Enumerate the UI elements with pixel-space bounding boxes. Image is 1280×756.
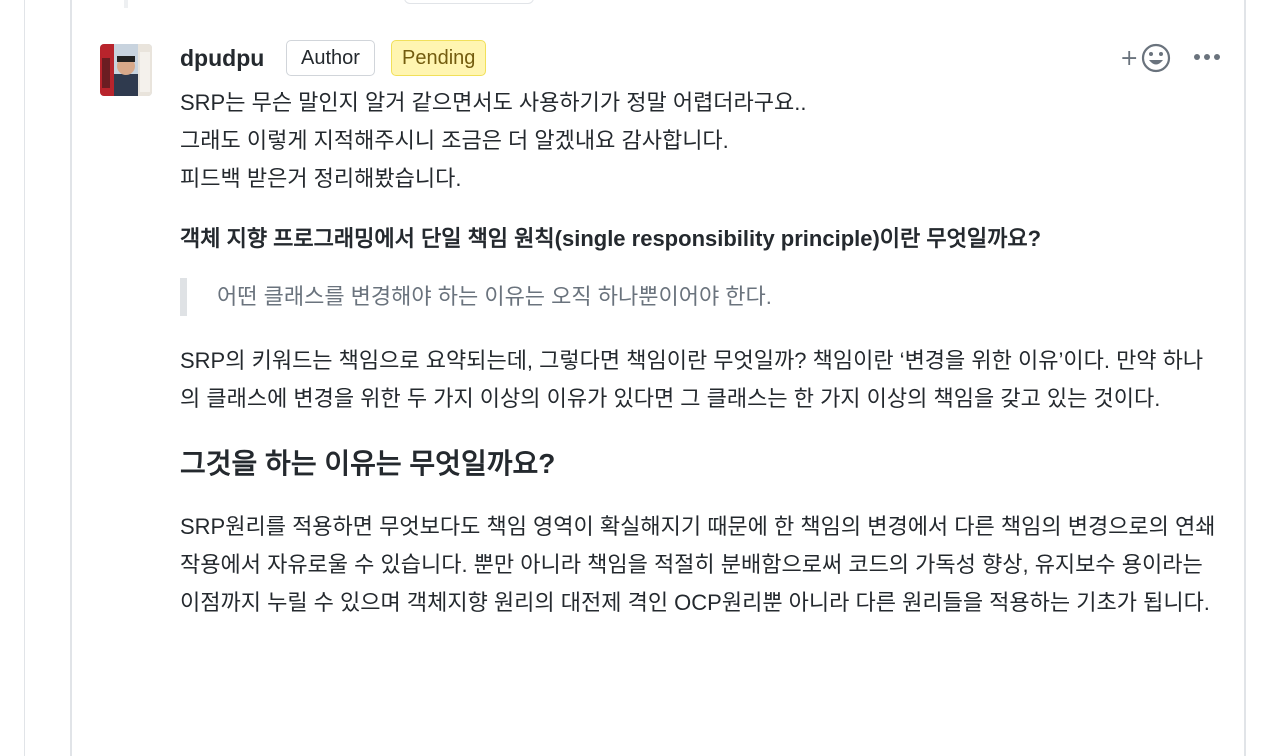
plus-glyph: + [1120,46,1138,71]
question-heading: 객체 지향 프로그래밍에서 단일 책임 원칙(single responsibi… [180,226,1042,251]
intro-line: 그래도 이렇게 지적해주시니 조금은 더 알겠내요 감사합니다. [180,128,729,153]
blockquote: 어떤 클래스를 변경해야 하는 이유는 오직 하나뿐이어야 한다. [180,278,1220,316]
intro-line: SRP는 무슨 말인지 알거 같으면서도 사용하기가 정말 어렵더라구요.. [180,90,807,115]
timeline-connector [124,0,128,8]
add-reaction-button[interactable]: + [1120,40,1174,76]
section-heading: 그것을 하는 이유는 무엇일까요? [180,448,556,479]
comment-author[interactable]: dpudpu [180,43,264,73]
previous-item-edge [404,0,534,4]
comment-body: SRP는 무슨 말인지 알거 같으면서도 사용하기가 정말 어렵더라구요.. 그… [180,84,1220,622]
pr-review-page: dpudpu Author Pending + SRP는 무슨 말인지 알거 같… [0,0,1280,756]
avatar[interactable] [100,44,152,96]
srp-benefit-paragraph: SRP원리를 적용하면 무엇보다도 책임 영역이 확실해지기 때문에 한 책임의… [180,514,1216,615]
intro-paragraph: SRP는 무슨 말인지 알거 같으면서도 사용하기가 정말 어렵더라구요.. 그… [180,84,1220,198]
timeline-outer-border [24,0,25,756]
more-options-button[interactable] [1190,46,1224,68]
intro-line: 피드백 받은거 정리해봤습니다. [180,166,462,191]
smiley-icon: + [1120,43,1171,73]
avatar-image [100,44,152,96]
srp-definition-paragraph: SRP의 키워드는 책임으로 요약되는데, 그렇다면 책임이란 무엇일까? 책임… [180,348,1204,411]
pending-badge: Pending [391,40,487,76]
kebab-horizontal-icon [1194,54,1220,60]
author-badge: Author [286,40,375,76]
